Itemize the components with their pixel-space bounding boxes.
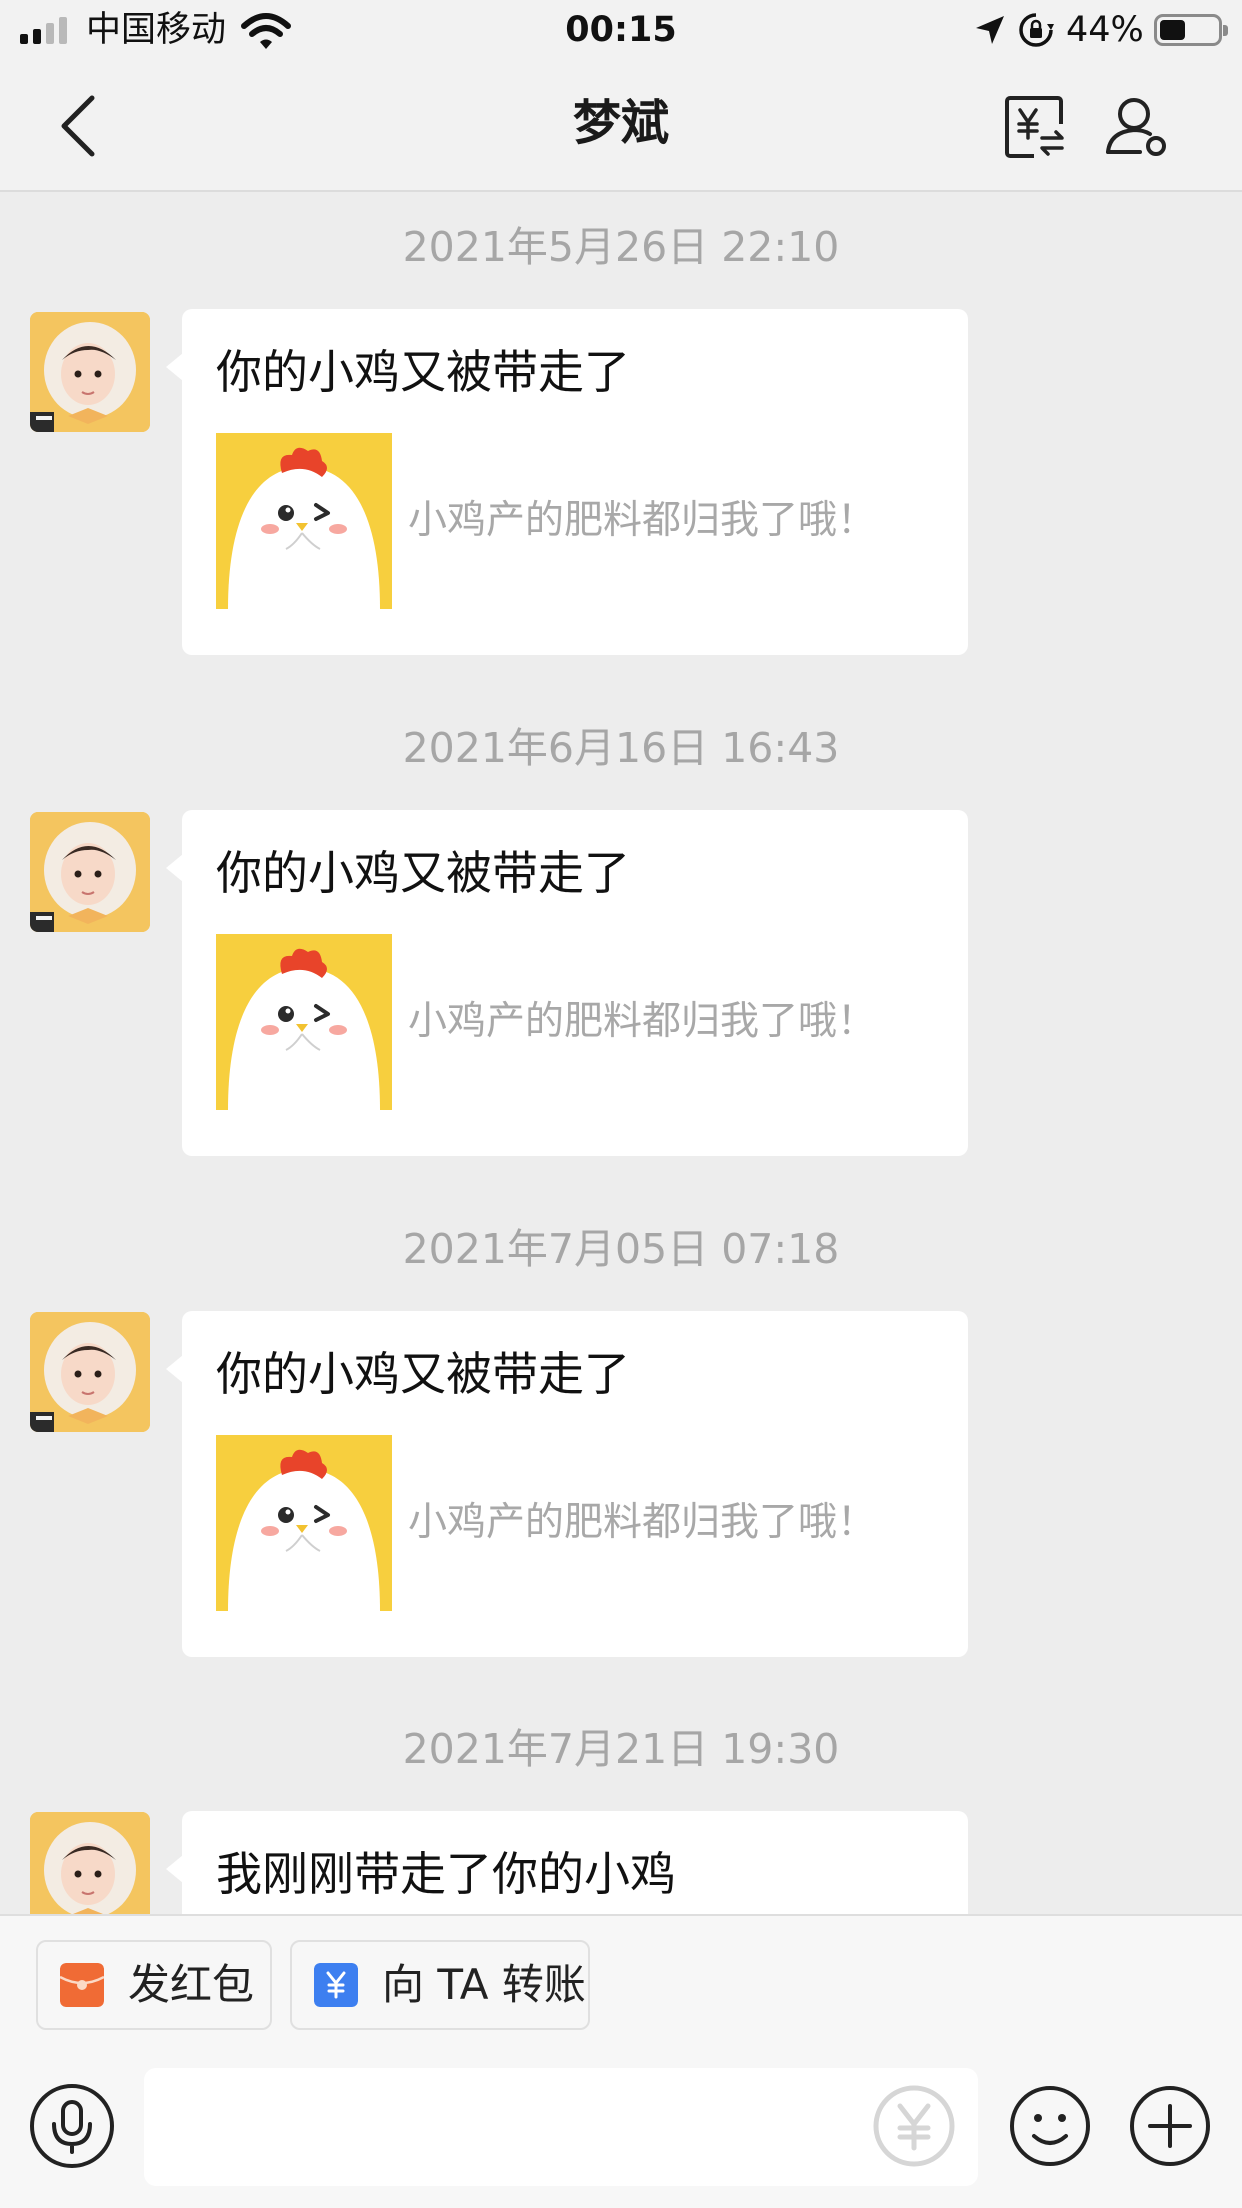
battery-percent: 44%	[1066, 10, 1144, 50]
nav-bar: 梦斌	[0, 62, 1242, 192]
message-timestamp: 2021年6月16日 16:43	[402, 724, 840, 772]
back-chevron-icon[interactable]	[50, 90, 110, 162]
wifi-icon	[241, 13, 291, 49]
chick-thumbnail	[216, 934, 392, 1110]
transfer-label: 向 TA 转账	[382, 1960, 586, 2009]
message-title: 我刚刚带走了你的小鸡	[216, 1847, 676, 1901]
signal-icon	[20, 16, 67, 44]
yuan-transfer-icon	[314, 1963, 358, 2007]
chick-thumbnail	[216, 1435, 392, 1611]
link-card-message[interactable]: 你的小鸡又被带走了 小鸡产的肥料都归我了哦！	[166, 1311, 968, 1657]
link-card-message[interactable]: 你的小鸡又被带走了 小鸡产的肥料都归我了哦！	[166, 810, 968, 1156]
card-description: 小鸡产的肥料都归我了哦！	[408, 999, 877, 1044]
rotation-lock-icon	[1019, 13, 1054, 47]
card-description: 小鸡产的肥料都归我了哦！	[408, 1500, 877, 1545]
message-timestamp: 2021年7月21日 19:30	[402, 1725, 840, 1773]
carrier-name: 中国移动	[86, 10, 227, 50]
avatar[interactable]	[30, 812, 150, 932]
message-title: 你的小鸡又被带走了	[216, 345, 630, 399]
yuan-icon[interactable]	[870, 2082, 958, 2170]
battery-icon	[1154, 14, 1228, 46]
voice-icon[interactable]	[30, 2084, 114, 2168]
plus-icon[interactable]	[1128, 2084, 1212, 2168]
chat-area[interactable]: 2021年5月26日 22:10 你的小鸡又被带走了 小鸡产的肥料都归我了哦！ …	[0, 194, 1242, 1914]
link-card-message[interactable]: 我刚刚带走了你的小鸡	[166, 1811, 968, 1914]
avatar[interactable]	[30, 1312, 150, 1432]
avatar[interactable]	[30, 312, 150, 432]
emoji-icon[interactable]	[1008, 2084, 1092, 2168]
red-packet-icon	[60, 1963, 104, 2007]
message-title: 你的小鸡又被带走了	[216, 846, 630, 900]
send-red-packet-button[interactable]: 发红包	[36, 1940, 272, 2030]
red-packet-label: 发红包	[128, 1960, 255, 2009]
chick-thumbnail	[216, 433, 392, 609]
chat-input-bar: 发红包 向 TA 转账	[0, 1914, 1242, 2208]
user-settings-icon[interactable]	[1104, 94, 1170, 160]
status-bar: 中国移动 00:15 44%	[0, 0, 1242, 62]
message-title: 你的小鸡又被带走了	[216, 1347, 630, 1401]
transfer-to-ta-button[interactable]: 向 TA 转账	[290, 1940, 590, 2030]
message-timestamp: 2021年7月05日 07:18	[402, 1225, 840, 1273]
message-timestamp: 2021年5月26日 22:10	[402, 223, 840, 271]
card-description: 小鸡产的肥料都归我了哦！	[408, 498, 877, 543]
yuan-transfer-history-icon[interactable]	[1004, 94, 1066, 160]
avatar[interactable]	[30, 1812, 150, 1914]
link-card-message[interactable]: 你的小鸡又被带走了 小鸡产的肥料都归我了哦！	[166, 309, 968, 655]
location-arrow-icon	[976, 16, 1004, 44]
message-input[interactable]	[144, 2068, 978, 2186]
